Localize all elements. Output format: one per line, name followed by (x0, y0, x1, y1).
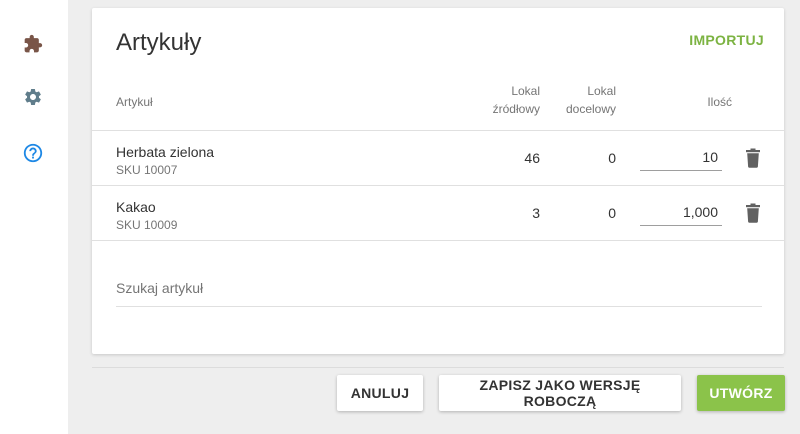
header-target-line2: docelowy (565, 102, 616, 116)
gear-icon[interactable] (22, 86, 44, 108)
source-stock: 46 (524, 150, 540, 166)
quantity-input[interactable] (640, 199, 722, 226)
divider (92, 240, 784, 241)
header-source-line1: Lokal (511, 84, 540, 98)
target-stock: 0 (608, 150, 616, 166)
sidebar (0, 0, 68, 434)
target-stock: 0 (608, 205, 616, 221)
footer-divider (92, 367, 784, 368)
item-sku: SKU 10007 (116, 163, 178, 177)
articles-card: Artykuły IMPORTUJ Artykuł Lokal źródłowy… (92, 8, 784, 354)
item-name: Herbata zielona (116, 144, 215, 160)
item-sku: SKU 10009 (116, 218, 178, 232)
import-link[interactable]: IMPORTUJ (689, 32, 764, 48)
header-target: Lokal docelowy (540, 82, 616, 118)
quantity-input[interactable] (640, 144, 722, 171)
cancel-button[interactable]: ANULUJ (337, 375, 423, 411)
create-button[interactable]: UTWÓRZ (697, 375, 785, 411)
header-source: Lokal źródłowy (464, 82, 540, 118)
header-target-line1: Lokal (587, 84, 616, 98)
divider (92, 185, 784, 186)
item-name: Kakao (116, 199, 156, 215)
header-source-line2: źródłowy (492, 102, 540, 116)
trash-icon[interactable] (745, 148, 761, 168)
divider (92, 130, 784, 131)
header-item: Artykuł (116, 95, 153, 109)
header-quantity: Ilość (707, 95, 732, 109)
card-title: Artykuły (116, 29, 202, 56)
puzzle-icon[interactable] (22, 33, 44, 55)
trash-icon[interactable] (745, 203, 761, 223)
save-draft-button[interactable]: ZAPISZ JAKO WERSJĘ ROBOCZĄ (439, 375, 681, 411)
search-input[interactable] (116, 270, 762, 307)
source-stock: 3 (532, 205, 540, 221)
help-icon[interactable] (22, 142, 44, 164)
